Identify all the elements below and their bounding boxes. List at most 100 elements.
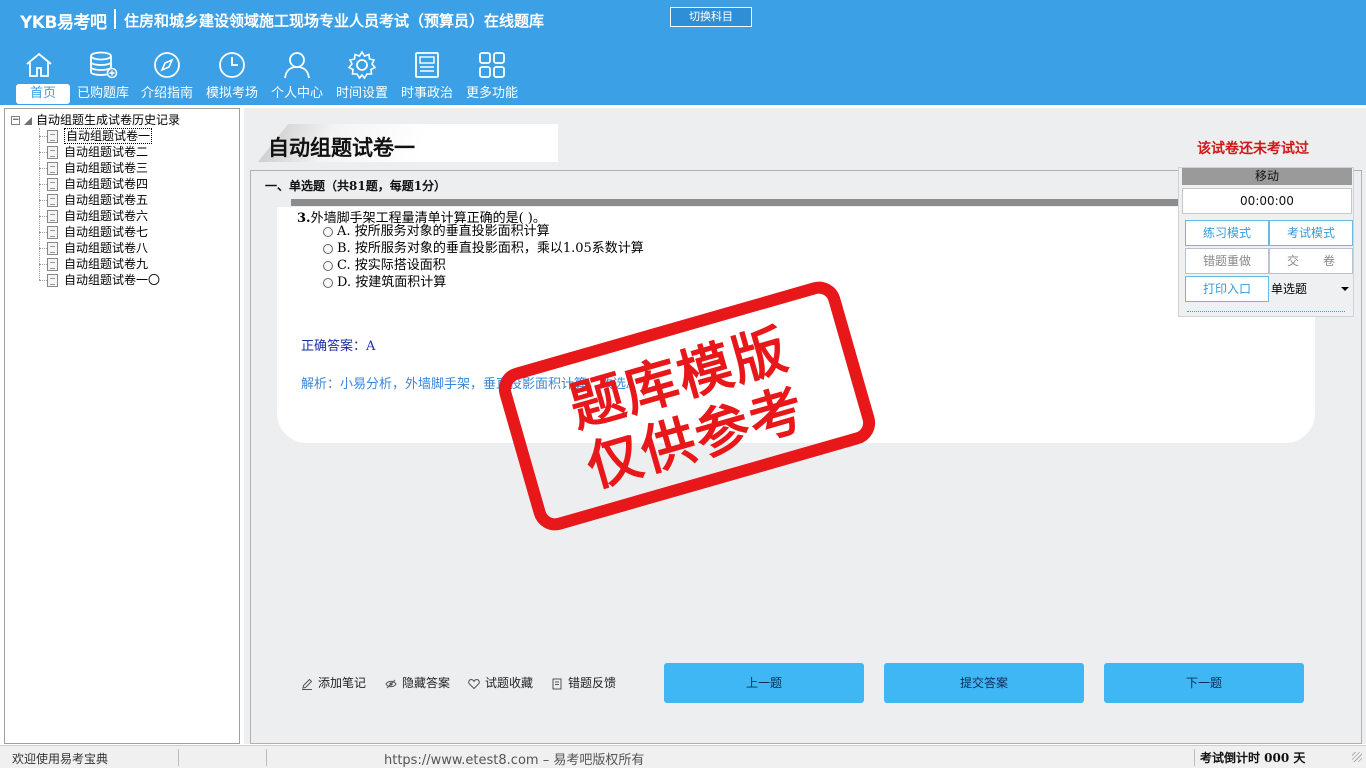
collapse-icon[interactable]: − [11, 116, 20, 125]
nav-label: 个人中心 [270, 86, 323, 101]
exam-mode-button[interactable]: 考试模式 [1269, 220, 1353, 246]
tree-root[interactable]: − 自动组题生成试卷历史记录 [11, 112, 180, 128]
logo-separator [114, 9, 116, 29]
panel-divider [1187, 311, 1345, 312]
status-welcome: 欢迎使用易考宝典 [12, 752, 109, 766]
hide-answer-link[interactable]: 隐藏答案 [385, 675, 450, 691]
prev-question-button[interactable]: 上一题 [664, 663, 864, 703]
question-type-value: 单选题 [1271, 282, 1308, 296]
paper-title: 自动组题试卷一 [268, 135, 415, 160]
document-icon [47, 258, 58, 271]
user-icon [284, 52, 310, 79]
home-icon [26, 52, 52, 77]
status-copyright: https://www.etest8.com – 易考吧版权所有 [384, 753, 645, 768]
clock-icon [219, 52, 245, 78]
compass-icon [154, 52, 180, 78]
question-card: 3.外墙脚手架工程量清单计算正确的是( )。 A. 按所服务对象的垂直投影面积计… [277, 207, 1315, 443]
tree-item[interactable]: 自动组题试卷二 [39, 144, 148, 160]
tree-item-label: 自动组题试卷六 [64, 209, 149, 223]
option-a[interactable]: A. 按所服务对象的垂直投影面积计算 [323, 223, 550, 240]
option-text: A. 按所服务对象的垂直投影面积计算 [337, 224, 550, 239]
chevron-down-icon [1341, 287, 1349, 291]
status-bar: 欢迎使用易考宝典 https://www.etest8.com – 易考吧版权所… [0, 745, 1366, 768]
resize-grip-icon[interactable] [1352, 752, 1362, 762]
document-icon [47, 242, 58, 255]
tree-item-label: 自动组题试卷九 [64, 257, 149, 271]
exam-control-panel: 移动 00:00:00 练习模式 考试模式 错题重做 交 卷 打印入口 单选题 [1178, 167, 1354, 317]
tree-item-label: 自动组题试卷二 [64, 145, 149, 159]
database-icon [90, 51, 118, 79]
submit-answer-button[interactable]: 提交答案 [884, 663, 1084, 703]
question-number: 3. [297, 211, 311, 226]
practice-mode-button[interactable]: 练习模式 [1185, 220, 1269, 246]
nav-more[interactable]: 更多功能 [461, 46, 523, 104]
tree-item-label: 自动组题试卷七 [64, 225, 149, 239]
tree-item[interactable]: 自动组题试卷四 [39, 176, 148, 192]
question-type-select[interactable]: 单选题 [1269, 276, 1353, 302]
exam-status: 该试卷还未考试过 [1197, 141, 1309, 157]
hand-in-button[interactable]: 交 卷 [1269, 248, 1353, 274]
status-divider [1194, 749, 1195, 766]
section-title: 一、单选题（共81题，每题1分） [265, 179, 447, 193]
tree-root-label: 自动组题生成试卷历史记录 [36, 113, 181, 127]
nav-label: 首页 [16, 84, 70, 104]
option-d[interactable]: D. 按建筑面积计算 [323, 274, 446, 291]
grid-icon [479, 52, 505, 78]
gear-icon [347, 50, 377, 80]
section-progress-bar [291, 199, 1181, 206]
nav-label: 更多功能 [465, 86, 518, 101]
document-icon [47, 274, 58, 287]
nav-time-settings[interactable]: 时间设置 [331, 46, 393, 104]
option-text: C. 按实际搭设面积 [337, 258, 446, 273]
tree-item-label: 自动组题试卷八 [64, 241, 149, 255]
radio-button[interactable] [323, 260, 333, 271]
eye-off-icon [385, 679, 397, 688]
document-icon [47, 194, 58, 207]
radio-button[interactable] [323, 243, 333, 254]
nav-mock-exam[interactable]: 模拟考场 [201, 46, 263, 104]
tree-item[interactable]: 自动组题试卷八 [39, 240, 148, 256]
document-icon [47, 178, 58, 191]
nav-guide[interactable]: 介绍指南 [136, 46, 198, 104]
tree-item[interactable]: 自动组题试卷一 [39, 128, 153, 144]
add-note-link[interactable]: 添加笔记 [301, 675, 366, 691]
radio-button[interactable] [323, 277, 333, 288]
tree-item[interactable]: 自动组题试卷一〇 [39, 272, 160, 288]
tree-item[interactable]: 自动组题试卷三 [39, 160, 148, 176]
option-c[interactable]: C. 按实际搭设面积 [323, 257, 446, 274]
paper-history-tree[interactable]: − 自动组题生成试卷历史记录 自动组题试卷一 自动组题试卷二 自动组题试卷三 自动… [4, 108, 240, 744]
next-question-button[interactable]: 下一题 [1104, 663, 1304, 703]
error-feedback-link[interactable]: 错题反馈 [551, 675, 616, 691]
nav-purchased[interactable]: 已购题库 [72, 46, 134, 104]
status-divider [178, 749, 179, 766]
nav-label: 时事政治 [400, 86, 453, 101]
print-button[interactable]: 打印入口 [1185, 276, 1269, 302]
document-icon [47, 130, 58, 143]
tool-label: 隐藏答案 [402, 676, 451, 690]
option-text: D. 按建筑面积计算 [337, 275, 447, 290]
radio-button[interactable] [323, 226, 333, 237]
favorite-link[interactable]: 试题收藏 [468, 675, 533, 691]
tree-item-label: 自动组题试卷三 [64, 161, 149, 175]
nav-home[interactable]: 首页 [8, 46, 70, 104]
option-b[interactable]: B. 按所服务对象的垂直投影面积，乘以1.05系数计算 [323, 240, 644, 257]
tree-item[interactable]: 自动组题试卷九 [39, 256, 148, 272]
tree-item[interactable]: 自动组题试卷七 [39, 224, 148, 240]
nav-label: 介绍指南 [140, 86, 193, 101]
tool-label: 错题反馈 [568, 676, 617, 690]
status-divider [266, 749, 267, 766]
nav-politics[interactable]: 时事政治 [396, 46, 458, 104]
answer-analysis: 解析：小易分析，外墙脚手架，垂直投影面积计算，故选A [301, 377, 636, 392]
panel-move-handle[interactable]: 移动 [1182, 168, 1352, 185]
app-header: YKB易考吧 住房和城乡建设领域施工现场专业人员考试（预算员）在线题库 切换科目… [0, 0, 1366, 105]
document-icon [47, 162, 58, 175]
exam-timer: 00:00:00 [1182, 188, 1352, 214]
tree-item-label: 自动组题试卷一 [64, 128, 153, 144]
heart-icon [468, 678, 480, 689]
tree-item[interactable]: 自动组题试卷五 [39, 192, 148, 208]
switch-subject-button[interactable]: 切换科目 [670, 7, 752, 27]
app-title: 住房和城乡建设领域施工现场专业人员考试（预算员）在线题库 [124, 12, 545, 30]
tree-item[interactable]: 自动组题试卷六 [39, 208, 148, 224]
nav-profile[interactable]: 个人中心 [266, 46, 328, 104]
redo-wrong-button[interactable]: 错题重做 [1185, 248, 1269, 274]
